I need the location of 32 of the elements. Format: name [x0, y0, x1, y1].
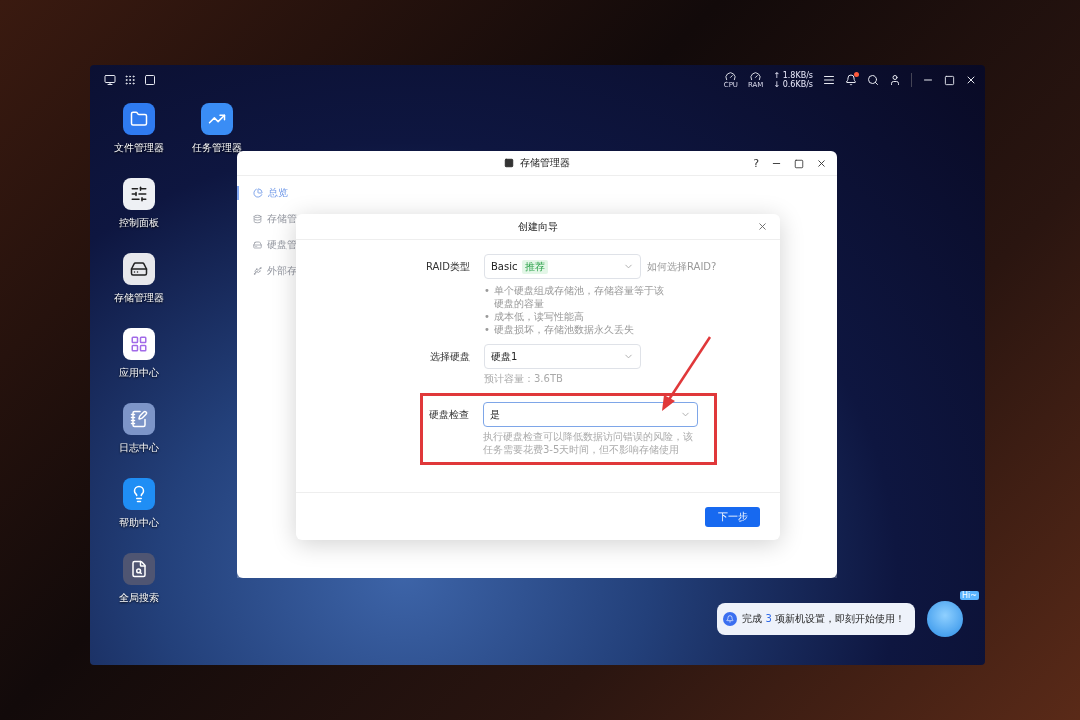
hint-text: 执行硬盘检查可以降低数据访问错误的风险，该任务需要花费3-5天时间，但不影响存储使用 — [483, 430, 694, 456]
select-field[interactable]: 硬盘1 — [484, 344, 641, 369]
hint-text: 预计容量：3.6TB — [484, 372, 564, 385]
app-label[interactable]: 应用中心 — [119, 366, 159, 380]
select-field[interactable]: Basic 推荐 — [484, 254, 641, 279]
bullet-text: 成本低，读写性能高 — [493, 310, 584, 323]
window-title: 存储管理器 — [520, 156, 570, 170]
recommended-tag: 推荐 — [522, 259, 549, 274]
help-button[interactable]: ? — [753, 157, 759, 170]
app-label[interactable]: 全局搜索 — [119, 591, 159, 605]
app-label[interactable]: 日志中心 — [119, 441, 159, 455]
select-field[interactable]: 是 — [483, 402, 698, 427]
bullet-marker: • — [484, 310, 490, 323]
setup-message: 完成 3 项新机设置，即刻开始使用！ — [742, 612, 905, 626]
app-label[interactable]: 存储管理器 — [114, 291, 164, 305]
app-label[interactable]: 文件管理器 — [114, 141, 164, 155]
upload-speed: ↑ 1.8KB/s — [773, 71, 813, 80]
field-label: RAID类型 — [424, 260, 470, 274]
greeting-tag: Hi~ — [960, 591, 979, 600]
app-label[interactable]: 控制面板 — [119, 216, 159, 230]
bullet-marker: • — [484, 284, 490, 298]
bullet-marker: • — [484, 323, 490, 336]
app-label[interactable]: 帮助中心 — [119, 516, 159, 530]
bullet-text: 硬盘损坏，存储池数据永久丢失 — [493, 323, 634, 336]
bullet-text: 单个硬盘组成存储池，存储容量等于该硬盘的容量 — [493, 284, 665, 310]
field-label: 选择硬盘 — [429, 350, 470, 364]
dialog-title: 创建向导 — [518, 219, 558, 234]
next-button[interactable]: 下一步 — [705, 506, 760, 527]
message-bubble[interactable]: 完成 3 项新机设置，即刻开始使用！ — [717, 603, 915, 635]
field-label: 硬盘检查 — [428, 408, 469, 422]
app-label[interactable]: 任务管理器 — [192, 141, 242, 155]
download-speed: ↓ 0.6KB/s — [773, 80, 813, 89]
